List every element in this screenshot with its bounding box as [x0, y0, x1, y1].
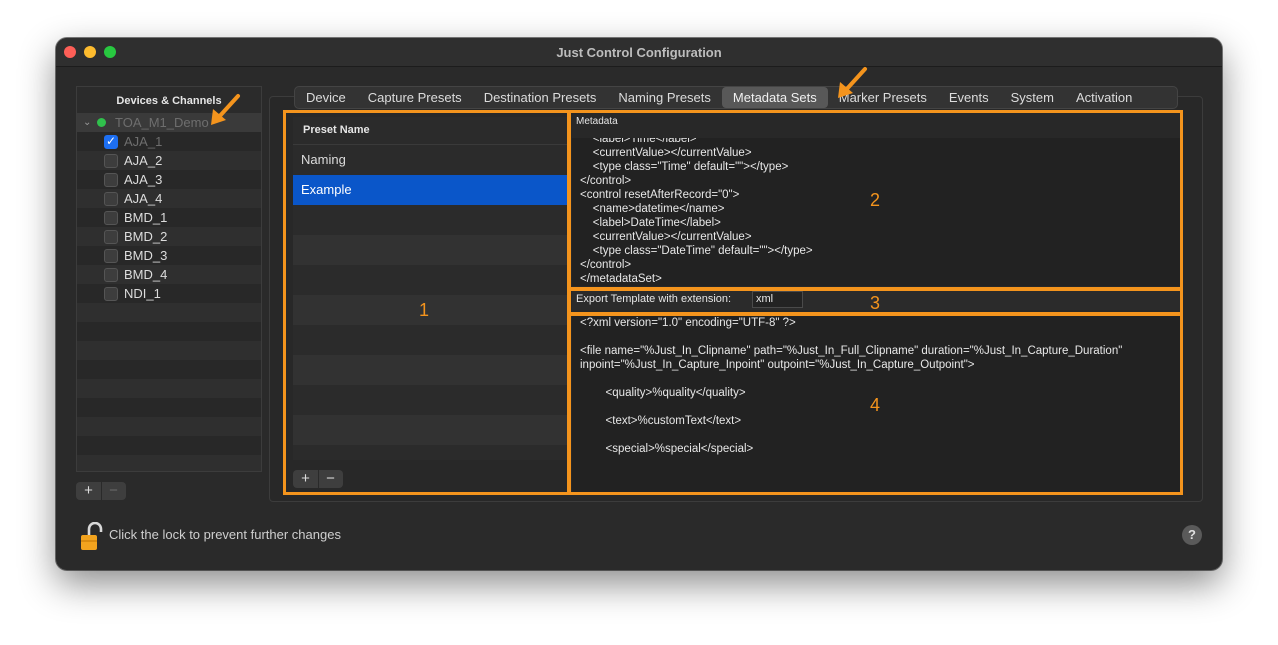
- empty-row: [77, 398, 261, 417]
- channel-label: AJA_2: [124, 153, 163, 168]
- remove-preset-button[interactable]: −: [318, 470, 343, 488]
- tab-system[interactable]: System: [1000, 87, 1065, 108]
- empty-row: [77, 455, 261, 471]
- export-template-label: Export Template with extension:: [576, 293, 732, 305]
- channel-checkbox[interactable]: [104, 192, 118, 206]
- status-dot-icon: [97, 118, 106, 127]
- preset-item[interactable]: Naming: [293, 145, 567, 175]
- tab-activation[interactable]: Activation: [1065, 87, 1143, 108]
- lock-icon[interactable]: [80, 522, 104, 552]
- add-device-button[interactable]: +: [76, 482, 102, 500]
- channel-row[interactable]: AJA_2: [77, 151, 261, 170]
- annotation-number-2: 2: [870, 190, 881, 210]
- empty-row: [293, 415, 567, 445]
- empty-row: [293, 355, 567, 385]
- lock-hint-text: Click the lock to prevent further change…: [109, 527, 341, 542]
- channel-label: AJA_3: [124, 172, 163, 187]
- devices-add-remove: + −: [76, 482, 126, 500]
- channel-row[interactable]: AJA_1: [77, 132, 261, 151]
- window-title: Just Control Configuration: [556, 45, 722, 60]
- channel-checkbox[interactable]: [104, 249, 118, 263]
- channel-checkbox[interactable]: [104, 268, 118, 282]
- metadata-text[interactable]: <label>Time</label> <currentValue></curr…: [580, 138, 813, 286]
- devices-panel: Devices & Channels ⌄ TOA_M1_Demo AJA_1AJ…: [76, 86, 262, 472]
- empty-row: [293, 325, 567, 355]
- empty-row: [293, 295, 567, 325]
- tab-device[interactable]: Device: [295, 87, 357, 108]
- metadata-editor[interactable]: <label>Time</label> <currentValue></curr…: [572, 138, 1180, 286]
- channel-row[interactable]: BMD_1: [77, 208, 261, 227]
- empty-row: [77, 360, 261, 379]
- empty-row: [77, 341, 261, 360]
- empty-row: [77, 322, 261, 341]
- empty-row: [293, 385, 567, 415]
- empty-row: [77, 303, 261, 322]
- tab-metadata-sets[interactable]: Metadata Sets: [721, 87, 828, 108]
- preset-list: Naming Example: [293, 145, 567, 445]
- add-preset-button[interactable]: +: [293, 470, 319, 488]
- title-bar: Just Control Configuration: [56, 38, 1222, 67]
- channel-label: AJA_1: [124, 134, 163, 149]
- preset-add-remove: + −: [293, 470, 343, 488]
- devices-list: ⌄ TOA_M1_Demo AJA_1 AJA_2 AJA_3 AJA_4 BMD_1 B…: [77, 113, 261, 471]
- channel-row[interactable]: NDI_1: [77, 284, 261, 303]
- template-text[interactable]: <?xml version="1.0" encoding="UTF-8" ?> …: [580, 316, 1122, 456]
- channel-label: BMD_4: [124, 267, 168, 282]
- help-button[interactable]: ?: [1182, 525, 1202, 545]
- channel-row[interactable]: BMD_2: [77, 227, 261, 246]
- channel-label: BMD_1: [124, 210, 168, 225]
- channel-checkbox[interactable]: [104, 132, 118, 151]
- channel-checkbox[interactable]: [104, 211, 118, 225]
- presets-panel: Preset Name Naming Example: [293, 117, 567, 460]
- empty-row: [293, 235, 567, 265]
- annotation-number-1: 1: [419, 300, 430, 320]
- channel-row[interactable]: BMD_4: [77, 265, 261, 284]
- channel-label: NDI_1: [124, 286, 161, 301]
- tab-naming-presets[interactable]: Naming Presets: [607, 87, 721, 108]
- metadata-label: Metadata: [576, 116, 618, 127]
- annotation-number-3: 3: [870, 293, 881, 313]
- channel-row[interactable]: AJA_3: [77, 170, 261, 189]
- channel-checkbox[interactable]: [104, 173, 118, 187]
- empty-row: [293, 265, 567, 295]
- annotation-arrow-icon: [211, 94, 240, 125]
- channel-label: BMD_3: [124, 248, 168, 263]
- empty-row: [77, 379, 261, 398]
- chevron-down-icon[interactable]: ⌄: [83, 113, 91, 132]
- device-name: TOA_M1_Demo: [115, 115, 209, 130]
- channel-checkbox[interactable]: [104, 230, 118, 244]
- remove-device-button[interactable]: −: [101, 482, 126, 500]
- tab-capture-presets[interactable]: Capture Presets: [357, 87, 473, 108]
- channel-row[interactable]: AJA_4: [77, 189, 261, 208]
- preset-item[interactable]: Example: [293, 175, 567, 205]
- empty-row: [77, 417, 261, 436]
- extension-input[interactable]: xml: [752, 291, 803, 308]
- tab-bar: Device Capture Presets Destination Presets…: [294, 86, 1178, 109]
- empty-row: [293, 205, 567, 235]
- channel-checkbox[interactable]: [104, 154, 118, 168]
- tab-destination-presets[interactable]: Destination Presets: [473, 87, 608, 108]
- tab-events[interactable]: Events: [938, 87, 1000, 108]
- presets-header: Preset Name: [293, 117, 567, 145]
- empty-row: [77, 436, 261, 455]
- channel-label: BMD_2: [124, 229, 168, 244]
- channel-row[interactable]: BMD_3: [77, 246, 261, 265]
- channel-checkbox[interactable]: [104, 287, 118, 301]
- channel-label: AJA_4: [124, 191, 163, 206]
- annotation-number-4: 4: [870, 395, 881, 415]
- annotation-arrow-icon: [838, 67, 867, 98]
